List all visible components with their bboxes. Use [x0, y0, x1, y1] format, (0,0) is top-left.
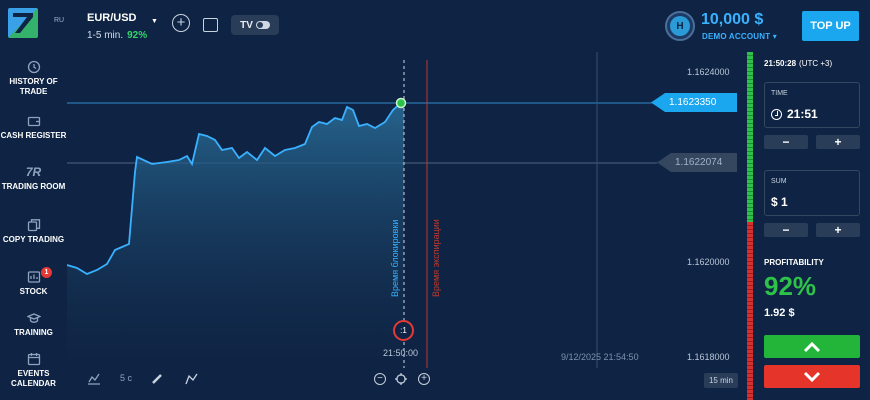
wallet-icon [27, 116, 40, 127]
sum-decrease-button[interactable]: − [764, 223, 808, 237]
clock-icon [771, 108, 782, 120]
candle-period-button[interactable]: 5 c [120, 373, 132, 383]
sidebar-item-history[interactable]: HISTORY OF TRADE [0, 60, 67, 97]
ruler-icon[interactable] [151, 373, 163, 385]
sum-field-label: SUM [771, 178, 787, 185]
sidebar-item-label: HISTORY OF TRADE [9, 77, 58, 96]
expiry-time-label: Время экспирации [431, 219, 441, 297]
arrow-up-icon [803, 341, 821, 352]
asset-selector[interactable]: EUR/USD ▼ 1-5 min. 92% [87, 12, 158, 41]
top-up-button[interactable]: TOP UP [802, 11, 859, 41]
sidebar-item-cash-register[interactable]: CASH REGISTER [0, 114, 67, 141]
drawing-tool-icon[interactable] [185, 373, 198, 385]
arrow-down-icon [803, 371, 821, 382]
sum-increase-button[interactable]: + [816, 223, 860, 237]
price-axis-label: 1.1624000 [687, 67, 730, 77]
time-field-label: TIME [771, 90, 788, 97]
sidebar-item-stock[interactable]: 1 STOCK [0, 267, 67, 297]
price-area [67, 103, 404, 368]
sidebar-item-label: COPY TRADING [2, 235, 65, 244]
profitability-label: PROFITABILITY [764, 258, 824, 267]
current-point-marker [395, 97, 407, 109]
buy-up-button[interactable] [764, 335, 860, 358]
time-field[interactable]: TIME 21:51 [764, 82, 860, 128]
profitability-percent: 92% [764, 271, 817, 301]
sidebar-item-label: STOCK [19, 287, 48, 296]
add-asset-button[interactable]: + [172, 14, 190, 32]
sum-field[interactable]: SUM $ 1 [764, 170, 860, 216]
sidebar-item-label: EVENTS CALENDAR [11, 369, 56, 388]
sell-down-button[interactable] [764, 365, 860, 388]
history-icon [27, 60, 40, 74]
sidebar-item-label: TRAINING [14, 328, 53, 337]
sidebar-item-label: CASH REGISTER [0, 131, 67, 140]
clock-timezone: (UTC +3) [799, 59, 833, 68]
stock-icon [27, 271, 40, 283]
lock-time-label: Время блокировки [390, 219, 400, 297]
logo[interactable]: RU [8, 8, 64, 38]
toggle-switch-icon [255, 21, 270, 29]
logo-locale: RU [54, 17, 65, 24]
account-balance[interactable]: 10,000 $ [701, 11, 763, 29]
zoom-in-button[interactable]: + [418, 373, 430, 385]
header: RU EUR/USD ▼ 1-5 min. 92% + TV H 10,000 $… [0, 0, 870, 52]
tradingview-icon: TV [240, 19, 253, 31]
time-axis-label: 21:50:00 [383, 348, 419, 358]
zoom-out-button[interactable]: − [374, 373, 386, 385]
sidebar-item-events-calendar[interactable]: EVENTS CALENDAR [0, 352, 67, 389]
countdown-badge: :1 [393, 320, 414, 341]
sentiment-bar [747, 52, 753, 400]
account-initial: H [670, 16, 690, 36]
zoom-reset-icon[interactable] [395, 373, 407, 385]
asset-duration: 1-5 min. [87, 30, 124, 41]
asset-name: EUR/USD [87, 12, 137, 24]
asset-payout: 92% [127, 30, 148, 41]
sentiment-up [747, 52, 753, 222]
sentiment-down [747, 222, 753, 400]
calendar-icon [27, 353, 40, 366]
chart-area[interactable]: Время блокировки Время экспирации 1.1623… [67, 52, 747, 400]
time-field-value-wrap: 21:51 [771, 107, 818, 121]
price-axis-label: 1.1620000 [687, 257, 730, 267]
trading-room-icon: 7R [25, 165, 42, 179]
profitability-amount: 1.92 $ [764, 307, 795, 319]
time-field-value: 21:51 [787, 107, 818, 121]
time-range-button[interactable]: 15 min [704, 373, 738, 388]
current-price-tag: 1.1623350 [651, 93, 737, 112]
account-avatar[interactable]: H [665, 11, 695, 41]
account-type-selector[interactable]: DEMO ACCOUNT ▾ [702, 32, 777, 41]
copy-icon [27, 219, 40, 232]
price-axis-label: 1.1618000 [687, 352, 730, 362]
sum-field-value: $ 1 [771, 195, 788, 209]
layout-button[interactable] [203, 18, 218, 32]
tradingview-toggle[interactable]: TV [231, 15, 279, 35]
open-price-tag: 1.1622074 [657, 153, 737, 172]
server-clock: 21:50:28 (UTC +3) [764, 59, 832, 68]
time-decrease-button[interactable]: − [764, 135, 808, 149]
chart-type-icon[interactable] [87, 373, 101, 385]
sidebar-item-label: TRADING ROOM [1, 182, 66, 191]
datetime-label: 9/12/2025 21:54:50 [561, 352, 639, 362]
trade-panel: 21:50:28 (UTC +3) TIME 21:51 − + SUM $ 1 … [754, 52, 870, 400]
training-icon [26, 313, 41, 323]
sidebar-item-copy-trading[interactable]: COPY TRADING [0, 218, 67, 245]
sidebar-item-training[interactable]: TRAINING [0, 311, 67, 338]
clock-time: 21:50:28 [764, 59, 797, 68]
time-increase-button[interactable]: + [816, 135, 860, 149]
asset-details: 1-5 min. 92% [87, 30, 147, 41]
sidebar: HISTORY OF TRADE CASH REGISTER 7R TRADIN… [0, 52, 67, 400]
chevron-down-icon: ▼ [151, 18, 158, 25]
stock-badge: 1 [41, 267, 52, 278]
sidebar-item-trading-room[interactable]: 7R TRADING ROOM [0, 165, 67, 192]
